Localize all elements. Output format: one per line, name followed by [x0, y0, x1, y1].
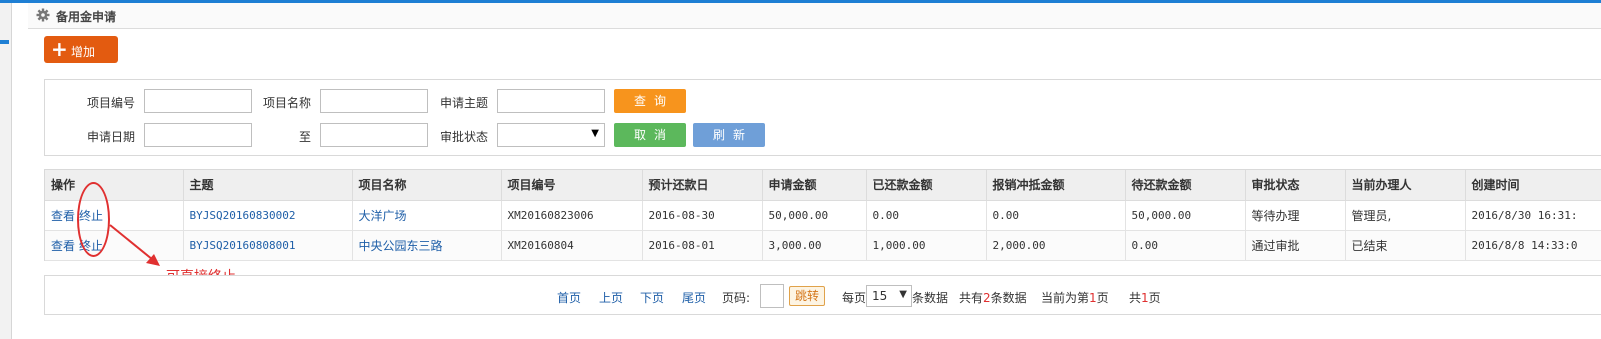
- project-no-cell: XM20160804: [501, 230, 643, 261]
- next-page-link[interactable]: 下页: [640, 289, 664, 306]
- repay-date-cell: 2016-08-01: [642, 230, 763, 261]
- page-number-label: 页码:: [722, 291, 751, 305]
- created-cell: 2016/8/30 16:31:: [1465, 200, 1601, 231]
- per-page-suffix: 条数据: [912, 291, 949, 305]
- column-header: 报销冲抵金额: [986, 170, 1126, 201]
- subject-link[interactable]: BYJSQ20160808001: [190, 239, 296, 252]
- table-row: 查看 终止 BYJSQ20160808001 中央公园东三路 XM20160804…: [45, 230, 1601, 261]
- refresh-button[interactable]: 刷新: [693, 123, 765, 147]
- column-header: 项目名称: [352, 170, 502, 201]
- offset-cell: 2,000.00: [986, 230, 1126, 261]
- table-row: 查看 终止 BYJSQ20160830002 大洋广场 XM20160823006…: [45, 200, 1601, 231]
- subject-input[interactable]: [497, 89, 605, 113]
- amount-cell: 3,000.00: [762, 230, 867, 261]
- table-header-row: 操作 主题 项目名称 项目编号 预计还款日 申请金额 已还款金额 报销冲抵金额 …: [45, 170, 1601, 201]
- project-no-input[interactable]: [144, 89, 252, 113]
- column-header: 主题: [183, 170, 353, 201]
- last-page-link[interactable]: 尾页: [682, 289, 706, 306]
- per-page-prefix: 每页: [842, 291, 867, 305]
- jump-button[interactable]: 跳转: [789, 286, 825, 306]
- project-no-cell: XM20160823006: [501, 200, 643, 231]
- dropdown-arrow-icon: ▼: [899, 289, 907, 300]
- status-select[interactable]: ▼: [497, 123, 605, 147]
- column-header: 预计还款日: [642, 170, 763, 201]
- column-header: 操作: [45, 170, 184, 201]
- pending-cell: 50,000.00: [1125, 200, 1246, 231]
- column-header: 项目编号: [501, 170, 643, 201]
- offset-cell: 0.00: [986, 200, 1126, 231]
- current-page-text: 当前为第1页: [1041, 291, 1109, 305]
- subject-label: 申请主题: [440, 96, 489, 110]
- sidebar-marker: [0, 40, 9, 44]
- add-button[interactable]: + 增加: [44, 36, 118, 63]
- pagination-bar: 首页 上页 下页 尾页 页码: 跳转 每页 15 ▼ 条数据 共有2条数据 当前…: [44, 275, 1601, 315]
- gear-icon: [36, 8, 50, 22]
- column-header: 申请金额: [762, 170, 867, 201]
- per-page-select[interactable]: 15 ▼: [866, 285, 912, 307]
- view-link[interactable]: 查看: [51, 209, 75, 223]
- prev-page-link[interactable]: 上页: [599, 289, 623, 306]
- repaid-cell: 0.00: [866, 200, 987, 231]
- page-number-input[interactable]: [760, 284, 784, 308]
- status-label: 审批状态: [440, 130, 489, 144]
- plus-icon: +: [51, 37, 68, 61]
- first-page-link[interactable]: 首页: [557, 289, 581, 306]
- apply-date-start-input[interactable]: [144, 123, 252, 147]
- apply-date-label: 申请日期: [87, 130, 136, 144]
- annotation-ellipse: [77, 182, 110, 257]
- project-name-link[interactable]: 大洋广场: [359, 209, 407, 223]
- actions-cell: 查看 终止: [45, 230, 184, 261]
- handler-cell: 管理员,: [1345, 200, 1466, 231]
- dropdown-arrow-icon: ▼: [591, 128, 599, 139]
- left-sidebar-strip: [0, 3, 12, 339]
- apply-date-end-input[interactable]: [320, 123, 428, 147]
- per-page-value: 15: [872, 289, 888, 303]
- created-cell: 2016/8/8 14:33:0: [1465, 230, 1601, 261]
- project-name-link[interactable]: 中央公园东三路: [359, 239, 443, 253]
- date-to-label: 至: [299, 130, 312, 144]
- panel-titlebar: 备用金申请: [28, 3, 1601, 29]
- query-button[interactable]: 查询: [614, 89, 686, 113]
- total-count-text: 共有2条数据: [959, 291, 1027, 305]
- column-header: 审批状态: [1245, 170, 1346, 201]
- subject-link[interactable]: BYJSQ20160830002: [190, 209, 296, 222]
- column-header: 创建时间: [1465, 170, 1601, 201]
- pending-cell: 0.00: [1125, 230, 1246, 261]
- page-title: 备用金申请: [56, 10, 117, 24]
- column-header: 待还款金额: [1125, 170, 1246, 201]
- cancel-button[interactable]: 取消: [614, 123, 686, 147]
- actions-cell: 查看 终止: [45, 200, 184, 231]
- project-name-label: 项目名称: [263, 96, 312, 110]
- add-button-label: 增加: [71, 45, 96, 59]
- search-panel: 项目编号 项目名称 申请主题 查询 申请日期 至 审批状态 ▼ 取消 刷新: [44, 79, 1601, 156]
- total-pages-text: 共1页: [1129, 291, 1161, 305]
- handler-cell: 已结束: [1345, 230, 1466, 261]
- amount-cell: 50,000.00: [762, 200, 867, 231]
- status-cell: 通过审批: [1245, 230, 1346, 261]
- project-name-input[interactable]: [320, 89, 428, 113]
- repaid-cell: 1,000.00: [866, 230, 987, 261]
- column-header: 当前办理人: [1345, 170, 1466, 201]
- repay-date-cell: 2016-08-30: [642, 200, 763, 231]
- column-header: 已还款金额: [866, 170, 987, 201]
- view-link[interactable]: 查看: [51, 239, 75, 253]
- status-cell: 等待办理: [1245, 200, 1346, 231]
- project-no-label: 项目编号: [87, 96, 136, 110]
- data-table: 操作 主题 项目名称 项目编号 预计还款日 申请金额 已还款金额 报销冲抵金额 …: [44, 169, 1601, 261]
